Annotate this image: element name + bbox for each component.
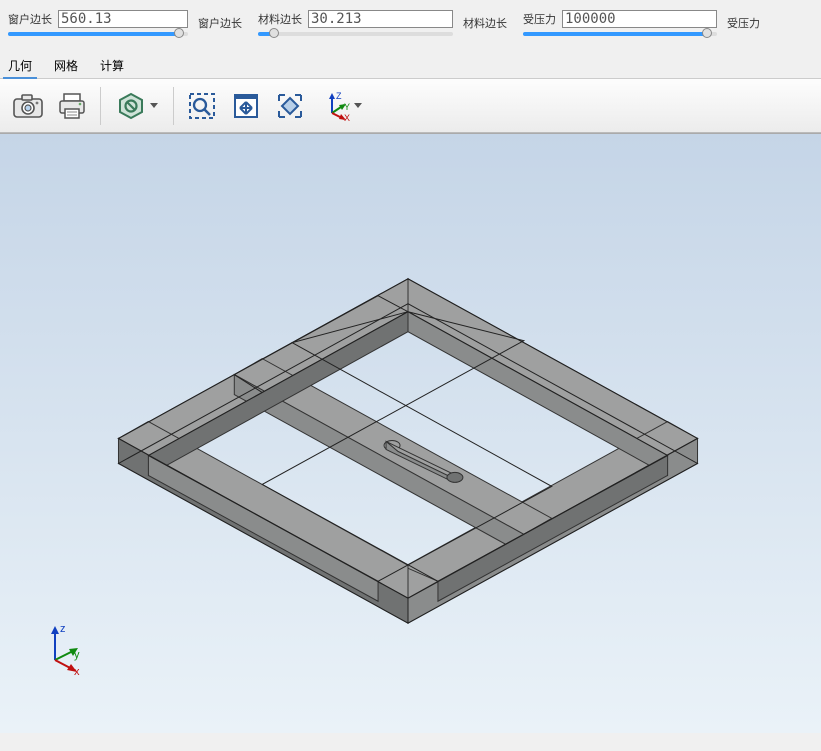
- screenshot-button[interactable]: [6, 84, 50, 128]
- viewport-3d[interactable]: .f-top{fill:#9fa0a0;stroke:#333;stroke-w…: [0, 133, 821, 733]
- model-render: .f-top{fill:#9fa0a0;stroke:#333;stroke-w…: [0, 134, 821, 733]
- window-edge-slider[interactable]: [8, 32, 188, 36]
- param-window-edge: 窗户边长: [8, 10, 188, 36]
- param-label: 受压力: [523, 11, 556, 27]
- parameter-panel: 窗户边长 窗户边长 材料边长 材料边长 受压力 受压力: [0, 0, 821, 54]
- tab-geometry[interactable]: 几何: [6, 54, 34, 78]
- axes-orientation-button[interactable]: Z Y X: [312, 84, 372, 128]
- camera-icon: [12, 91, 44, 121]
- param-label: 窗户边长: [8, 11, 52, 27]
- toolbar: Z Y X: [0, 79, 821, 133]
- param-label-right: 材料边长: [463, 15, 507, 31]
- chevron-down-icon: [150, 103, 158, 108]
- chevron-down-icon: [354, 103, 362, 108]
- zoom-selection-button[interactable]: [268, 84, 312, 128]
- pressure-input[interactable]: [562, 10, 717, 28]
- svg-text:y: y: [74, 649, 80, 661]
- axis-triad-icon: Z Y X: [322, 91, 350, 121]
- material-edge-input[interactable]: [308, 10, 453, 28]
- zoom-extents-button[interactable]: [224, 84, 268, 128]
- render-mode-button[interactable]: [107, 84, 167, 128]
- print-button[interactable]: [50, 84, 94, 128]
- separator: [100, 87, 101, 125]
- svg-text:z: z: [60, 623, 66, 635]
- tab-bar: 几何 网格 计算: [0, 54, 821, 79]
- tab-mesh[interactable]: 网格: [52, 54, 80, 78]
- param-pressure: 受压力: [523, 10, 717, 36]
- param-label-right: 受压力: [727, 15, 760, 31]
- diamond-icon: [275, 91, 305, 121]
- zoom-box-icon: [187, 91, 217, 121]
- param-material-edge: 材料边长: [258, 10, 453, 36]
- zoom-extents-icon: [231, 91, 261, 121]
- hexagon-icon: [116, 91, 146, 121]
- viewport-axis-triad: z y x: [40, 620, 90, 678]
- printer-icon: [56, 91, 88, 121]
- param-label: 材料边长: [258, 11, 302, 27]
- tab-compute[interactable]: 计算: [98, 54, 126, 78]
- svg-text:X: X: [344, 113, 350, 121]
- svg-text:Y: Y: [344, 102, 350, 112]
- material-edge-slider[interactable]: [258, 32, 453, 36]
- param-label-right: 窗户边长: [198, 15, 242, 31]
- zoom-box-button[interactable]: [180, 84, 224, 128]
- separator: [173, 87, 174, 125]
- pressure-slider[interactable]: [523, 32, 717, 36]
- svg-text:x: x: [74, 666, 80, 675]
- window-edge-input[interactable]: [58, 10, 188, 28]
- svg-text:Z: Z: [336, 91, 342, 101]
